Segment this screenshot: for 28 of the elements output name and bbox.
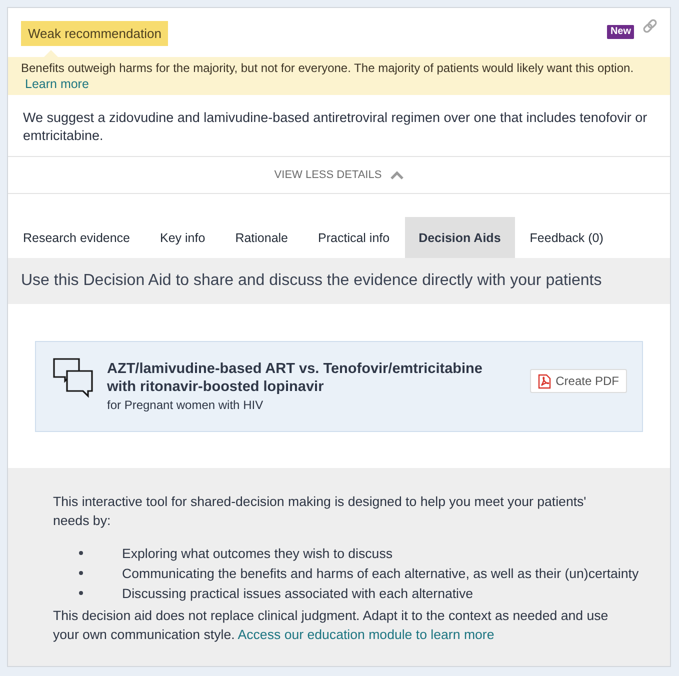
decision-aid-description: This interactive tool for shared-decision making is designed to help you meet your patients' needs by: [53,493,588,530]
decision-aid-subtitle: for Pregnant women with HIV [107,397,264,414]
tab[interactable]: Research evidence [8,217,146,258]
tab[interactable]: Decision Aids [404,217,515,258]
bullet-icon [79,551,83,555]
education-module-link[interactable]: Access our education module to learn more [238,627,494,642]
details-toggle[interactable]: VIEW LESS DETAILS [270,157,408,193]
new-badge: New [607,25,634,39]
learn-more-link[interactable]: Learn more [25,77,89,91]
recommendation-explanation: Benefits outweigh harms for the majority, but not for everyone. The majority of patients would likely want this option. Learn more [21,60,635,92]
bullet-text: Exploring what outcomes they wish to discuss [122,546,392,560]
bullet-text: Communicating the benefits and harms of each alternative, as well as their (un)certainty [122,566,639,580]
bullet-icon [79,571,83,575]
create-pdf-button[interactable]: Create PDF [530,369,627,393]
bullet-icon [79,591,83,595]
decision-aid-title[interactable]: AZT/lamivudine-based ART vs. Tenofovir/emtricitabine with ritonavir-boosted lopinavir [107,360,487,396]
link-icon[interactable] [642,18,658,34]
tab[interactable]: Feedback (0) [514,217,618,258]
pdf-file-icon [538,374,551,388]
speech-bubbles-icon [53,358,93,398]
bullet-text: Discussing practical issues associated with each alternative [122,586,474,600]
tab[interactable]: Key info [145,217,220,258]
tab[interactable]: Rationale [220,217,304,258]
recommendation-statement: We suggest a zidovudine and lamivudine-based antiretroviral regimen over one that includes tenofovir or emtricitabine. [22,109,648,145]
decision-aid-intro: Use this Decision Aid to share and discuss the evidence directly with your patients [8,258,670,304]
decision-aid-disclaimer: This decision aid does not replace clinical judgment. Adapt it to the context as needed and use your own communication style. Access our education module to learn more [53,607,610,644]
strength-badge: Weak recommendation [21,21,168,46]
tab[interactable]: Practical info [303,217,405,258]
